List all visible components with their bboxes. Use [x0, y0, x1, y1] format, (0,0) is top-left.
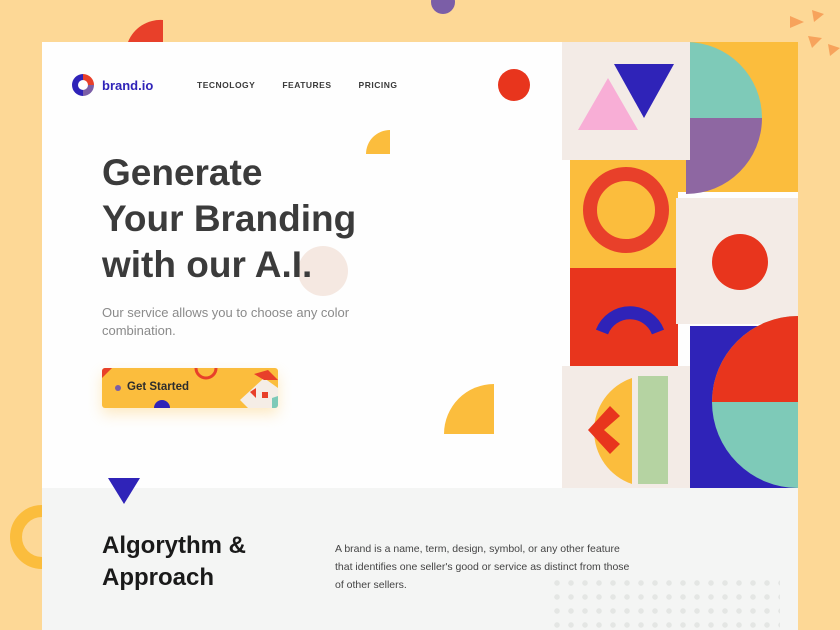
headline-line-1: Generate: [102, 152, 263, 193]
yellow-quarter-large-shape: [444, 384, 494, 434]
geometric-mosaic-illustration: [562, 42, 798, 488]
corner-triangle-shape: [790, 16, 804, 28]
mosaic-beige-tile-top: [562, 42, 690, 160]
hero-headline: Generate Your Branding with our A.I.: [102, 150, 402, 288]
landing-page: brand.io TECNOLOGY FEATURES PRICING Gene…: [42, 42, 798, 630]
corner-triangle-shape: [812, 10, 824, 22]
hero-subtext: Our service allows you to choose any col…: [102, 305, 350, 338]
headline-line-3: with our A.I.: [102, 244, 313, 285]
section-title-line-1: Algorythm &: [102, 532, 246, 559]
mosaic-red-circle: [712, 234, 768, 290]
button-dot-icon: [115, 385, 121, 391]
top-left-red-quarter-shape: [128, 19, 163, 42]
headline-line-2: Your Branding: [102, 198, 357, 239]
corner-triangle-shape: [808, 36, 822, 48]
algorithm-section: Algorythm & Approach A brand is a name, …: [42, 478, 798, 630]
hero-section: brand.io TECNOLOGY FEATURES PRICING Gene…: [42, 42, 798, 488]
section-triangle-icon: [108, 478, 140, 504]
mosaic-green-bar: [638, 376, 668, 484]
section-title: Algorythm & Approach: [102, 530, 302, 594]
get-started-button[interactable]: Get Started: [102, 368, 278, 408]
corner-triangle-shape: [828, 44, 840, 56]
get-started-label: Get Started: [127, 381, 189, 393]
section-title-line-2: Approach: [102, 564, 215, 591]
dot-grid-pattern: [550, 576, 780, 630]
top-purple-dot-shape: [431, 0, 455, 14]
